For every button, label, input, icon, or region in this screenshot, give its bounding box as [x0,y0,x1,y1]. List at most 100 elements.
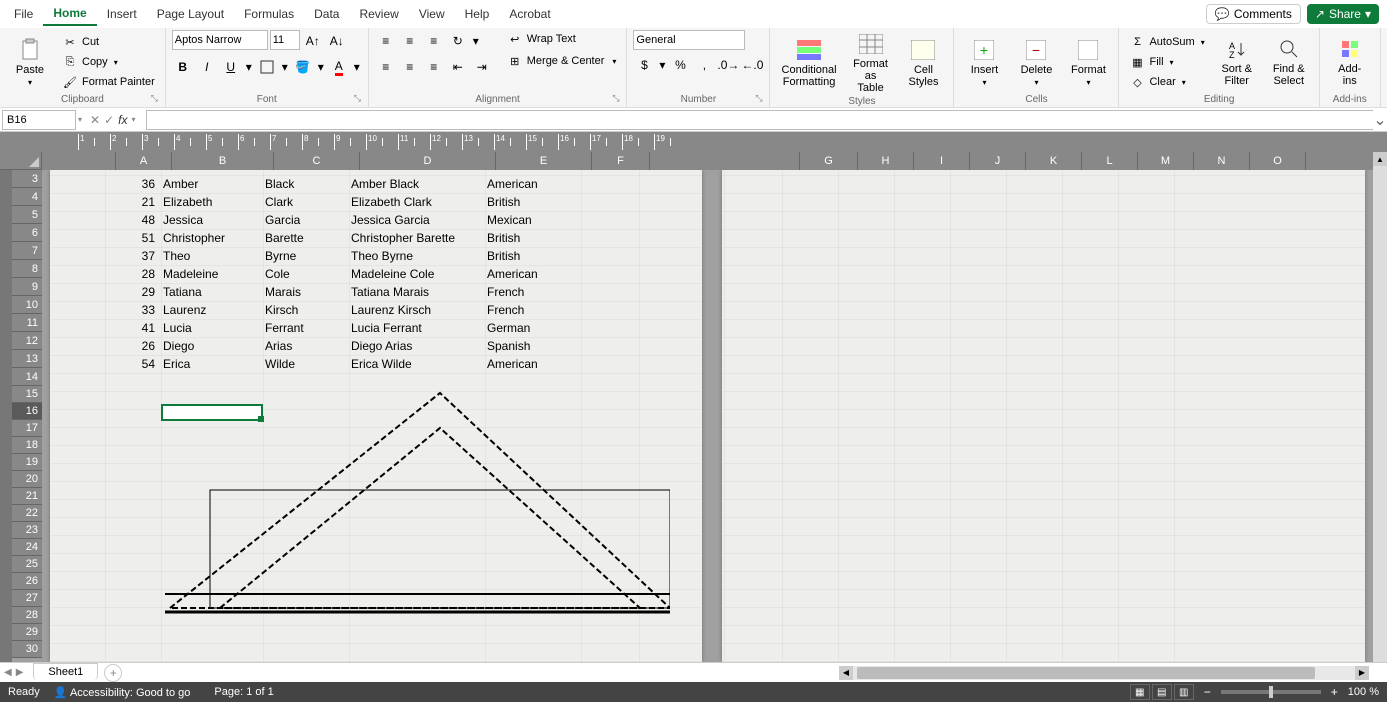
align-right-button[interactable]: ≡ [423,56,445,78]
orientation-dropdown[interactable]: ▾ [471,30,481,52]
cell[interactable]: Jessica Garcia [349,213,485,227]
horizontal-scrollbar[interactable]: ◀ ▶ [839,666,1369,680]
tab-view[interactable]: View [409,3,455,25]
cell[interactable]: Byrne [263,249,349,263]
decrease-decimal-button[interactable]: ←.0 [741,54,763,76]
fill-color-dropdown[interactable]: ▾ [316,56,326,78]
cell[interactable]: 37 [105,249,161,263]
scroll-up-button[interactable]: ▲ [1373,152,1387,166]
view-page-break-button[interactable]: ▥ [1174,684,1194,700]
orientation-button[interactable]: ↻ [447,30,469,52]
view-page-layout-button[interactable]: ▤ [1152,684,1172,700]
font-name-select[interactable] [172,30,268,50]
tab-insert[interactable]: Insert [97,3,147,25]
merge-center-button[interactable]: ⊞Merge & Center▾ [503,52,621,70]
clear-button[interactable]: ◇Clear▾ [1125,73,1208,91]
borders-dropdown[interactable]: ▾ [280,56,290,78]
name-box[interactable] [2,110,76,130]
cell[interactable]: Mexican [485,213,581,227]
cell[interactable]: 51 [105,231,161,245]
delete-cells-button[interactable]: −Delete▾ [1012,30,1060,94]
col-header-O[interactable]: O [1250,152,1306,170]
cell[interactable]: Amber [161,177,263,191]
formula-input[interactable] [146,110,1374,130]
cell[interactable]: Kirsch [263,303,349,317]
cell[interactable]: Black [263,177,349,191]
cell[interactable]: British [485,195,581,209]
zoom-slider[interactable] [1221,690,1321,694]
cell[interactable]: Lucia [161,321,263,335]
cell[interactable]: Arias [263,339,349,353]
percent-button[interactable]: % [669,54,691,76]
cell[interactable]: Theo [161,249,263,263]
cell[interactable]: Elizabeth [161,195,263,209]
cell[interactable]: French [485,303,581,317]
cell[interactable]: Tatiana [161,285,263,299]
comments-button[interactable]: 💬 Comments [1206,4,1301,24]
accounting-format-button[interactable]: $ [633,54,655,76]
fx-dropdown[interactable]: ▾ [131,115,135,124]
add-sheet-button[interactable]: + [104,664,122,682]
zoom-out-button[interactable]: − [1204,685,1211,699]
tab-help[interactable]: Help [455,3,500,25]
align-middle-button[interactable]: ≡ [399,30,421,52]
cell[interactable]: 36 [105,177,161,191]
align-top-button[interactable]: ≡ [375,30,397,52]
number-dialog-launcher[interactable]: ⤡ [755,93,767,105]
table-row[interactable]: 54EricaWildeErica WildeAmerican [105,355,581,373]
zoom-in-button[interactable]: + [1331,685,1338,699]
col-header-J[interactable]: J [970,152,1026,170]
sort-filter-button[interactable]: AZSort & Filter [1213,30,1261,94]
tab-home[interactable]: Home [43,2,96,26]
cell[interactable]: Ferrant [263,321,349,335]
wrap-text-button[interactable]: ↩Wrap Text [503,30,621,48]
table-row[interactable]: 29TatianaMaraisTatiana MaraisFrench [105,283,581,301]
cell[interactable]: Christopher [161,231,263,245]
underline-button[interactable]: U [220,56,242,78]
cell[interactable]: Madeleine Cole [349,267,485,281]
cell[interactable]: British [485,249,581,263]
scroll-left-button[interactable]: ◀ [839,666,853,680]
underline-dropdown[interactable]: ▾ [244,56,254,78]
share-button[interactable]: ↗ Share ▾ [1307,4,1379,24]
cell[interactable]: Amber Black [349,177,485,191]
find-select-button[interactable]: Find & Select [1265,30,1313,94]
cell-styles-button[interactable]: Cell Styles [899,30,947,96]
tab-file[interactable]: File [4,3,43,25]
font-size-select[interactable] [270,30,300,50]
col-header-I[interactable]: I [914,152,970,170]
cell[interactable]: American [485,357,581,371]
cell[interactable]: Theo Byrne [349,249,485,263]
format-cells-button[interactable]: Format▾ [1064,30,1112,94]
align-center-button[interactable]: ≡ [399,56,421,78]
insert-function-button[interactable]: fx [118,113,127,127]
autosum-button[interactable]: ΣAutoSum▾ [1125,33,1208,51]
font-color-button[interactable]: A [328,56,350,78]
sheet-tab-sheet1[interactable]: Sheet1 [33,663,98,680]
col-header-E[interactable]: E [496,152,592,170]
cell[interactable]: Laurenz [161,303,263,317]
col-header-F[interactable]: F [592,152,650,170]
cell[interactable]: 26 [105,339,161,353]
cell[interactable]: Diego Arias [349,339,485,353]
zoom-thumb[interactable] [1269,686,1273,698]
col-header-K[interactable]: K [1026,152,1082,170]
cell[interactable]: 48 [105,213,161,227]
cell[interactable]: 41 [105,321,161,335]
col-header-M[interactable]: M [1138,152,1194,170]
cell[interactable]: American [485,177,581,191]
cell[interactable]: Erica [161,357,263,371]
expand-formula-bar-button[interactable]: ⌄ [1373,110,1387,130]
table-row[interactable]: 28MadeleineColeMadeleine ColeAmerican [105,265,581,283]
cell[interactable]: Elizabeth Clark [349,195,485,209]
cell[interactable]: Wilde [263,357,349,371]
increase-decimal-button[interactable]: .0→ [717,54,739,76]
tab-page-layout[interactable]: Page Layout [147,3,234,25]
alignment-dialog-launcher[interactable]: ⤡ [612,93,624,105]
cell[interactable]: Jessica [161,213,263,227]
cell[interactable]: American [485,267,581,281]
col-header-N[interactable]: N [1194,152,1250,170]
cell[interactable]: Laurenz Kirsch [349,303,485,317]
table-row[interactable]: 26DiegoAriasDiego AriasSpanish [105,337,581,355]
cell[interactable]: Spanish [485,339,581,353]
